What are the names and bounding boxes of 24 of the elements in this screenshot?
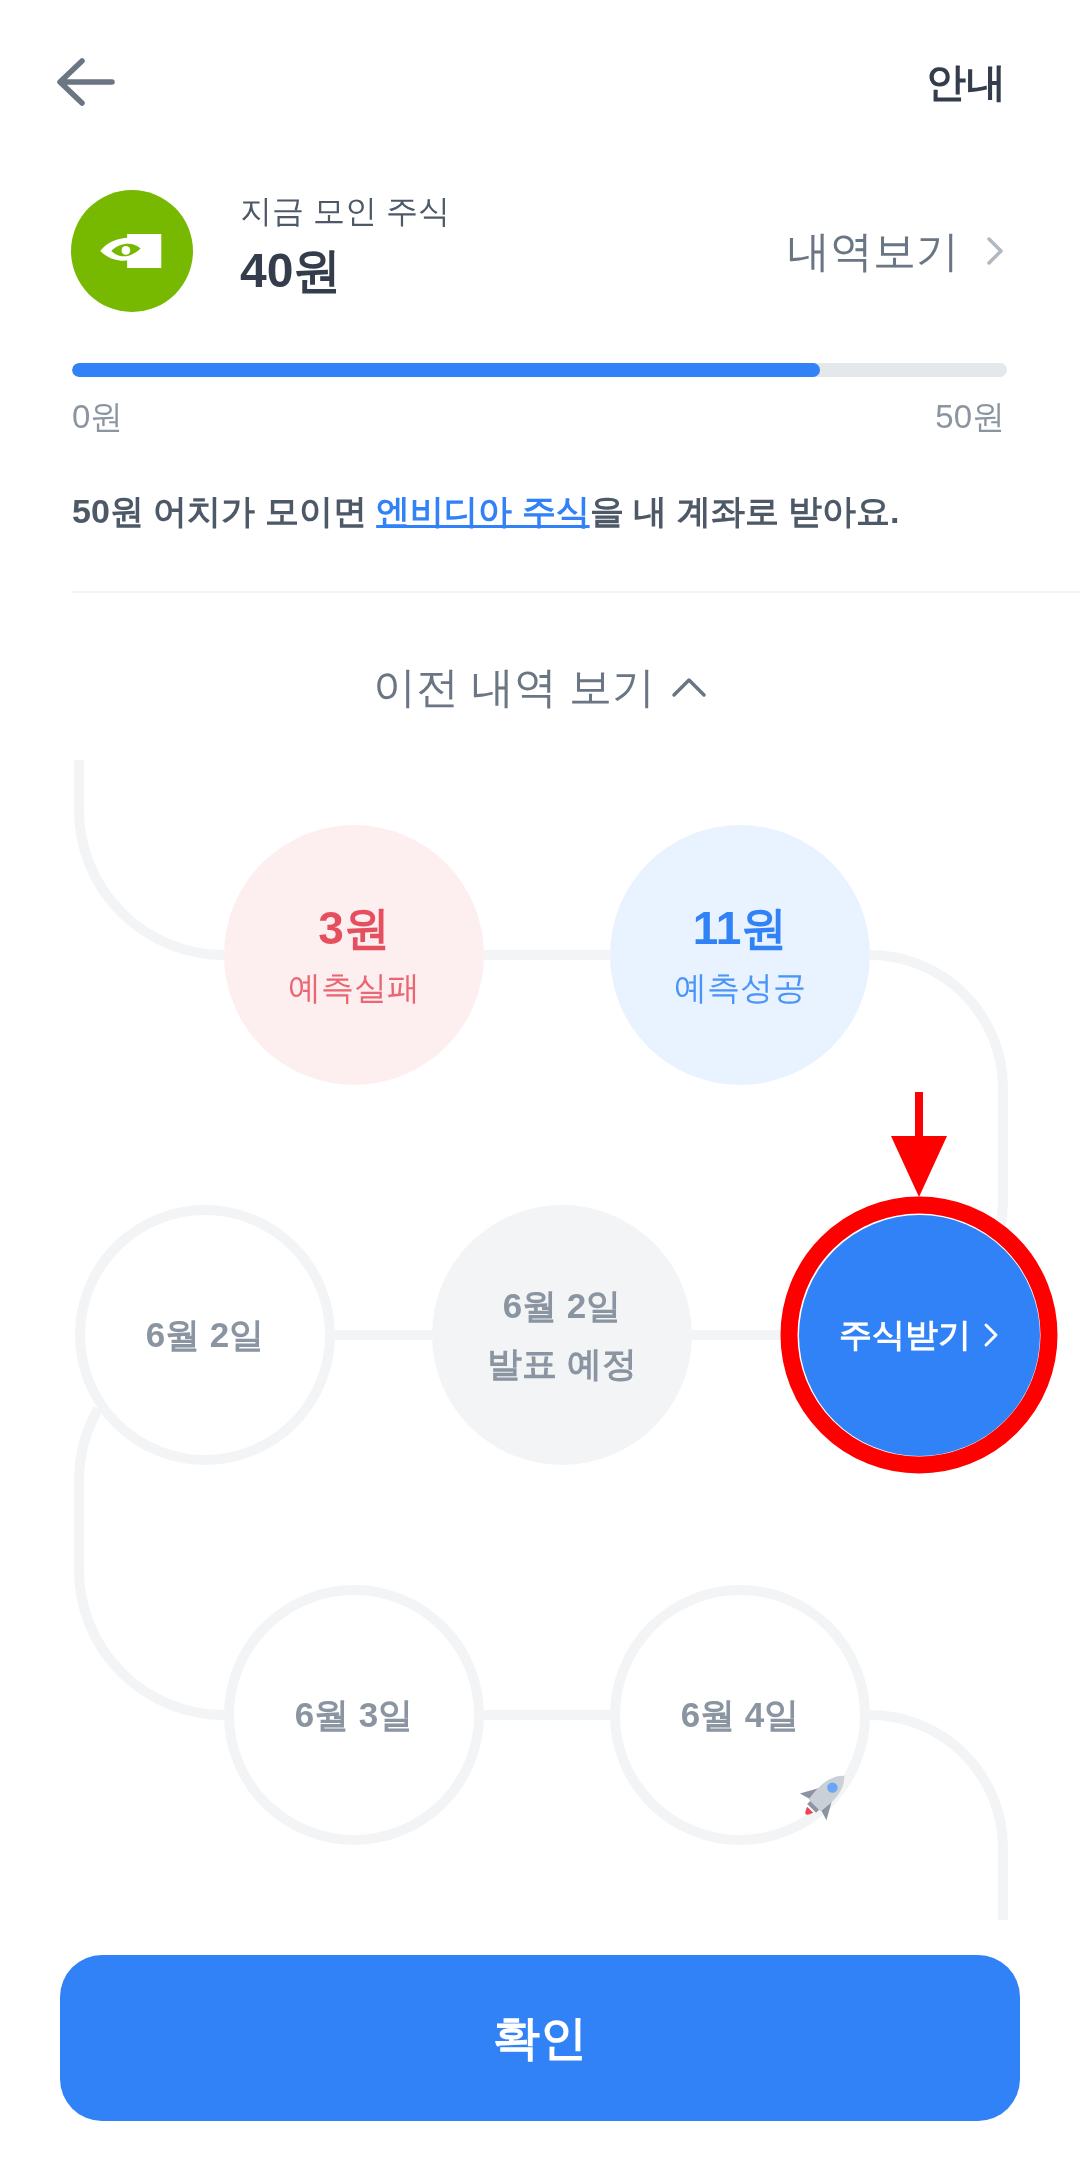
guide-button[interactable]: 안내: [926, 57, 1006, 107]
scale-label: 50원: [935, 397, 1005, 437]
status-text: 발표 예정: [487, 1343, 637, 1385]
amount-text: 3원: [318, 902, 390, 954]
history-toggle[interactable]: 이전 내역 보기: [373, 657, 707, 717]
notice-text: 50원 어치가 모이면 엔비디아 주식을 내 계좌로 받아요.: [72, 491, 901, 532]
caption-text: 지금 모인 주식: [240, 192, 450, 231]
result-label: 예측실패: [288, 968, 420, 1008]
chevron-right-icon: [983, 1322, 999, 1348]
back-arrow-icon: [55, 57, 115, 107]
stock-link[interactable]: 엔비디아 주식: [376, 492, 590, 530]
date-node: 6월 2일: [75, 1205, 335, 1465]
date-node: 6월 4일: [610, 1585, 870, 1845]
eye-logo-icon: [71, 190, 193, 312]
result-label: 예측성공: [674, 968, 806, 1008]
back-button[interactable]: [55, 57, 115, 107]
amount-text: 11원: [692, 902, 788, 954]
date-node: 6월 3일: [224, 1585, 484, 1845]
scale-label: 0원: [72, 397, 124, 437]
chevron-right-icon: [985, 235, 1005, 267]
confirm-button[interactable]: 확인: [60, 1955, 1020, 2121]
collected-amount: 40원: [240, 243, 343, 299]
history-link[interactable]: 내역보기: [787, 224, 1005, 278]
date-text: 6월 2일: [502, 1285, 622, 1327]
